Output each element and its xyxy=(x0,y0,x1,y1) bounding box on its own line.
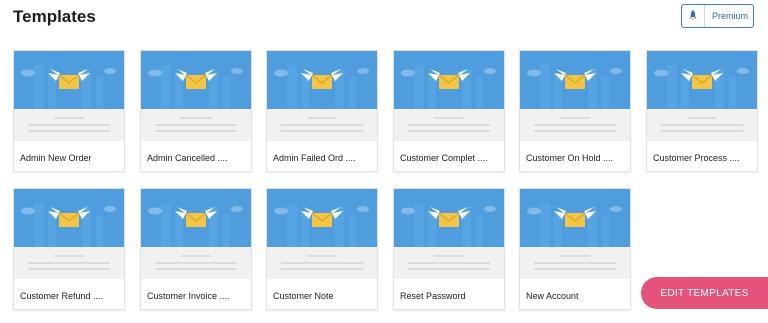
template-thumbnail xyxy=(520,51,630,109)
preview-line xyxy=(54,117,84,119)
template-card[interactable]: Customer Refund .... xyxy=(13,188,125,310)
template-thumbnail xyxy=(267,189,377,247)
flying-envelope-icon xyxy=(267,51,377,109)
preview-line xyxy=(181,255,211,257)
template-card-label: Admin New Order xyxy=(20,153,92,163)
template-preview-lines xyxy=(647,109,757,141)
flying-envelope-icon xyxy=(394,189,504,247)
preview-line xyxy=(661,130,743,132)
flying-envelope-icon xyxy=(14,51,124,109)
preview-line xyxy=(408,262,490,264)
template-thumbnail xyxy=(394,189,504,247)
preview-line xyxy=(28,130,110,132)
template-card[interactable]: Reset Password xyxy=(393,188,505,310)
template-card-label: Customer Note xyxy=(273,291,334,301)
flying-envelope-icon xyxy=(267,189,377,247)
template-card-label: Customer On Hold .... xyxy=(526,153,614,163)
page-title: Templates xyxy=(13,7,96,26)
template-preview-lines xyxy=(394,247,504,279)
preview-line xyxy=(28,268,110,270)
template-preview-lines xyxy=(394,109,504,141)
preview-line xyxy=(408,124,490,126)
template-preview-lines xyxy=(267,247,377,279)
template-card[interactable]: Customer Complet .... xyxy=(393,50,505,172)
preview-line xyxy=(281,130,363,132)
preview-line xyxy=(687,117,717,119)
template-preview-lines xyxy=(141,109,251,141)
preview-line xyxy=(434,117,464,119)
template-card[interactable]: Customer Note xyxy=(266,188,378,310)
preview-line xyxy=(408,268,490,270)
preview-line xyxy=(534,268,616,270)
preview-line xyxy=(281,262,363,264)
template-thumbnail xyxy=(141,189,251,247)
template-card[interactable]: New Account xyxy=(519,188,631,310)
preview-line xyxy=(155,130,237,132)
preview-line xyxy=(28,262,110,264)
flying-envelope-icon xyxy=(141,189,251,247)
flying-envelope-icon xyxy=(647,51,757,109)
template-card-label: Customer Process .... xyxy=(653,153,740,163)
template-preview-lines xyxy=(520,247,630,279)
flying-envelope-icon xyxy=(14,189,124,247)
edit-templates-button[interactable]: EDIT TEMPLATES xyxy=(641,277,768,309)
template-thumbnail xyxy=(267,51,377,109)
template-card[interactable]: Admin New Order xyxy=(13,50,125,172)
premium-label: Premium xyxy=(712,11,749,21)
preview-line xyxy=(408,130,490,132)
preview-line xyxy=(307,255,337,257)
preview-line xyxy=(155,124,237,126)
template-card[interactable]: Admin Failed Ord .... xyxy=(266,50,378,172)
template-preview-lines xyxy=(520,109,630,141)
template-preview-lines xyxy=(267,109,377,141)
template-card-label: Customer Complet .... xyxy=(400,153,488,163)
preview-line xyxy=(434,255,464,257)
preview-line xyxy=(534,262,616,264)
preview-line xyxy=(534,124,616,126)
template-card-label: Customer Invoice .... xyxy=(147,291,230,301)
template-card[interactable]: Customer On Hold .... xyxy=(519,50,631,172)
rocket-icon xyxy=(682,5,705,27)
template-card[interactable]: Customer Invoice .... xyxy=(140,188,252,310)
preview-line xyxy=(281,268,363,270)
template-thumbnail xyxy=(14,189,124,247)
flying-envelope-icon xyxy=(141,51,251,109)
template-thumbnail xyxy=(14,51,124,109)
template-card[interactable]: Admin Cancelled .... xyxy=(140,50,252,172)
preview-line xyxy=(155,268,237,270)
template-thumbnail xyxy=(394,51,504,109)
template-card-label: New Account xyxy=(526,291,579,301)
preview-line xyxy=(54,255,84,257)
template-card[interactable]: Customer Process .... xyxy=(646,50,758,172)
preview-line xyxy=(661,124,743,126)
template-preview-lines xyxy=(14,109,124,141)
template-preview-lines xyxy=(141,247,251,279)
preview-line xyxy=(307,117,337,119)
template-thumbnail xyxy=(141,51,251,109)
preview-line xyxy=(28,124,110,126)
template-thumbnail xyxy=(647,51,757,109)
template-card-label: Customer Refund .... xyxy=(20,291,104,301)
preview-line xyxy=(560,117,590,119)
preview-line xyxy=(560,255,590,257)
template-card-label: Reset Password xyxy=(400,291,466,301)
flying-envelope-icon xyxy=(520,189,630,247)
premium-button[interactable]: Premium xyxy=(681,4,754,28)
flying-envelope-icon xyxy=(520,51,630,109)
preview-line xyxy=(155,262,237,264)
preview-line xyxy=(181,117,211,119)
template-preview-lines xyxy=(14,247,124,279)
template-thumbnail xyxy=(520,189,630,247)
template-card-label: Admin Failed Ord .... xyxy=(273,153,356,163)
template-card-label: Admin Cancelled .... xyxy=(147,153,228,163)
preview-line xyxy=(534,130,616,132)
flying-envelope-icon xyxy=(394,51,504,109)
preview-line xyxy=(281,124,363,126)
